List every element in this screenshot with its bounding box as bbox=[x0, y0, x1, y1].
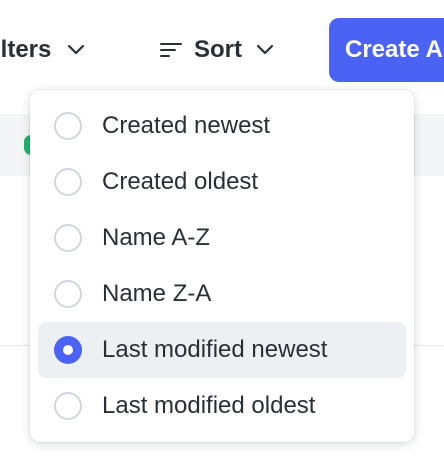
radio-icon[interactable] bbox=[54, 392, 82, 420]
sort-option-label: Last modified newest bbox=[102, 336, 328, 363]
filters-button[interactable]: ilters bbox=[0, 26, 85, 74]
radio-icon[interactable] bbox=[54, 112, 82, 140]
radio-dot bbox=[63, 345, 73, 355]
sort-option-label: Name A-Z bbox=[102, 224, 211, 251]
sort-option-name-z-a[interactable]: Name Z-A bbox=[38, 266, 406, 322]
sort-button[interactable]: Sort bbox=[160, 26, 274, 74]
radio-icon[interactable] bbox=[54, 280, 82, 308]
sort-option-last-modified-oldest[interactable]: Last modified oldest bbox=[38, 378, 406, 434]
sort-option-name-a-z[interactable]: Name A-Z bbox=[38, 210, 406, 266]
create-button[interactable]: Create A bbox=[329, 18, 444, 82]
sort-option-created-newest[interactable]: Created newest bbox=[38, 98, 406, 154]
sort-label: Sort bbox=[194, 36, 242, 63]
sort-option-label: Created oldest bbox=[102, 168, 259, 195]
radio-icon[interactable] bbox=[54, 224, 82, 252]
radio-icon[interactable] bbox=[54, 168, 82, 196]
sort-option-label: Name Z-A bbox=[102, 280, 212, 307]
chevron-down-icon bbox=[256, 44, 274, 56]
sort-option-label: Last modified oldest bbox=[102, 392, 316, 419]
filters-label: ilters bbox=[0, 36, 52, 63]
page: ilters Sort Create A Created new bbox=[0, 0, 444, 472]
sort-dropdown-menu: Created newest Created oldest Name A-Z N… bbox=[30, 90, 414, 442]
radio-checked-icon[interactable] bbox=[54, 336, 82, 364]
sort-option-created-oldest[interactable]: Created oldest bbox=[38, 154, 406, 210]
sort-icon bbox=[160, 42, 182, 58]
sort-option-last-modified-newest[interactable]: Last modified newest bbox=[38, 322, 406, 378]
chevron-down-icon bbox=[67, 44, 85, 56]
sort-option-label: Created newest bbox=[102, 112, 271, 139]
create-button-label: Create A bbox=[345, 36, 443, 63]
